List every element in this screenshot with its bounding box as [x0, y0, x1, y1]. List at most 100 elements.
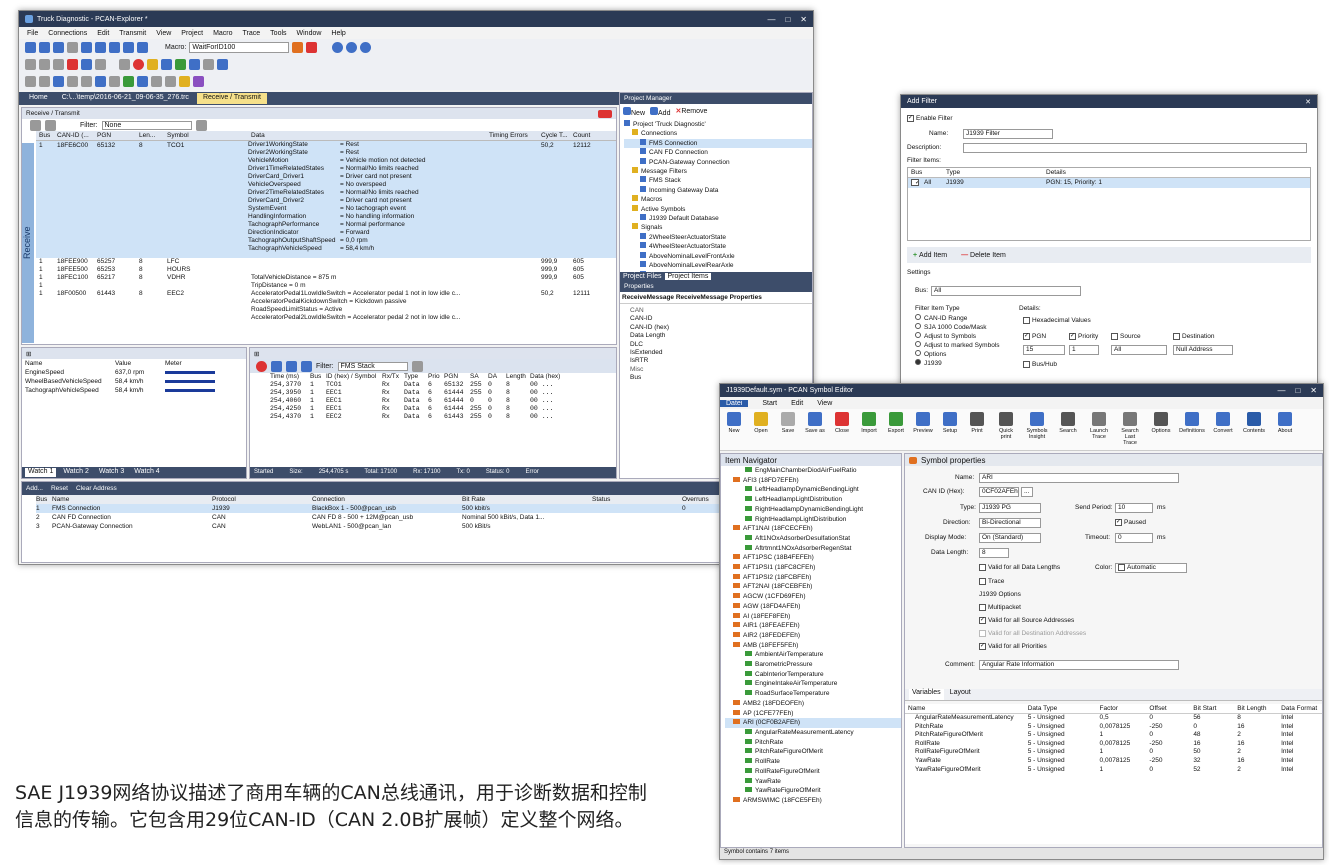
- table-row[interactable]: ✓AllJ1939PGN: 15, Priority: 1: [908, 178, 1310, 189]
- ribbon-button[interactable]: Search Last Trace: [1118, 412, 1142, 447]
- menu-connections[interactable]: Connections: [48, 30, 87, 37]
- tree-item[interactable]: FMS Stack: [624, 176, 812, 185]
- can-id-input[interactable]: 0CF02AFEh: [979, 487, 1019, 497]
- tree-item[interactable]: Project 'Truck Diagnostic': [624, 120, 812, 129]
- tab-watch-1[interactable]: Watch 1: [25, 468, 57, 477]
- tree-item[interactable]: Macros: [624, 195, 812, 204]
- ribbon-button[interactable]: New: [724, 412, 744, 447]
- filter-icon[interactable]: [411, 360, 423, 372]
- data-length-input[interactable]: 8: [979, 548, 1009, 558]
- tool-icon[interactable]: [151, 76, 162, 87]
- var-row[interactable]: YawRateFigureOfMerit 5 - Unsigned 1 0 52 2 Int…: [905, 766, 1322, 775]
- maximize-icon[interactable]: □: [785, 15, 790, 24]
- col-details[interactable]: Details: [1043, 168, 1243, 177]
- tool-icon[interactable]: [217, 59, 228, 70]
- help-icon[interactable]: [332, 42, 344, 53]
- conn-col[interactable]: Connection: [312, 495, 462, 504]
- conn-row[interactable]: 3 PCAN-Gateway Connection CAN WebLAN1 - 500…: [36, 522, 812, 531]
- tab-datei[interactable]: Datei: [720, 399, 749, 407]
- tab-trace-file[interactable]: C:\...\temp\2016-06-21_09-06-35_276.trc: [56, 93, 195, 104]
- multipacket-checkbox[interactable]: Multipacket: [979, 604, 1021, 611]
- tab-home[interactable]: Home: [23, 93, 54, 104]
- watch-row[interactable]: EngineSpeed 637,0 rpm: [22, 368, 246, 377]
- tab-project-items[interactable]: Project Items: [664, 273, 712, 280]
- tool-icon[interactable]: [193, 76, 204, 87]
- col-symbol[interactable]: Symbol: [164, 131, 248, 140]
- property-item[interactable]: CAN: [630, 307, 802, 315]
- filter-icon[interactable]: [195, 119, 207, 131]
- comment-input[interactable]: Angular Rate Information: [979, 660, 1179, 670]
- tree-item[interactable]: J1939 Default Database: [624, 214, 812, 223]
- col-bus[interactable]: Bus: [908, 168, 943, 177]
- tool-icon[interactable]: [123, 76, 134, 87]
- tree-item[interactable]: AngularRateMeasurementLatency: [725, 728, 901, 738]
- dest-bus-checkbox[interactable]: Bus/Hub: [1023, 361, 1057, 368]
- filter-select[interactable]: None: [101, 120, 192, 130]
- tree-item[interactable]: LeftHeadlampLightDistribution: [725, 495, 901, 505]
- property-item[interactable]: Misc: [630, 366, 802, 374]
- col-pgn[interactable]: PGN: [94, 131, 136, 140]
- tool-icon[interactable]: [179, 76, 190, 87]
- tree-item[interactable]: CabInteriorTemperature: [725, 670, 901, 680]
- tool-icon[interactable]: [25, 76, 36, 87]
- minimize-icon[interactable]: —: [767, 15, 775, 24]
- col-type[interactable]: Type: [943, 168, 1043, 177]
- maximize-icon[interactable]: □: [1295, 386, 1300, 395]
- tree-item[interactable]: 4WheelSteerActuatorState: [624, 242, 812, 251]
- var-row[interactable]: PitchRate 5 - Unsigned 0,0078125 -250 0 16 Int…: [905, 723, 1322, 732]
- direction-select[interactable]: Bi-Directional: [979, 518, 1041, 528]
- tree-item[interactable]: AmbientAirTemperature: [725, 650, 901, 660]
- trace-row[interactable]: 254,4060 1 EEC1 Rx Data 6 61444 0 0 8 00 ...: [270, 397, 616, 405]
- conn-col[interactable]: Bus: [36, 495, 52, 504]
- tree-item[interactable]: AMB2 (18FDEOFEh): [725, 699, 901, 709]
- tool-icon[interactable]: [39, 59, 50, 70]
- property-item[interactable]: Data Length: [630, 332, 802, 340]
- enable-filter-checkbox[interactable]: ✓ Enable Filter: [907, 115, 953, 122]
- delete-item-button[interactable]: — Delete Item: [961, 252, 1006, 259]
- table-row[interactable]: 1 18FEE900 65257 8 LFC 999,9 605: [36, 258, 616, 266]
- cut-icon[interactable]: [53, 59, 64, 70]
- conn-col[interactable]: Name: [52, 495, 212, 504]
- col-name[interactable]: Name: [22, 359, 112, 368]
- window-icon[interactable]: [123, 42, 134, 53]
- menu-project[interactable]: Project: [181, 30, 203, 37]
- tree-item[interactable]: AI (18FEF8FEh): [725, 612, 901, 622]
- close-icon[interactable]: ✕: [800, 15, 807, 24]
- col-count[interactable]: Count: [570, 131, 600, 140]
- trace-col[interactable]: PGN: [444, 373, 470, 381]
- tree-item[interactable]: PitchRateFigureOfMerit: [725, 747, 901, 757]
- table-row[interactable]: 1 18FEC100 65217 8 VDHR TotalVehicleDistance …: [36, 274, 616, 282]
- print-icon[interactable]: [67, 42, 78, 53]
- ribbon-button[interactable]: Open: [751, 412, 771, 447]
- trace-col[interactable]: ID (hex) / Symbol: [326, 373, 382, 381]
- col-len[interactable]: Len...: [136, 131, 164, 140]
- trace-row[interactable]: 254,3950 1 EEC1 Rx Data 6 61444 255 0 8 00 ...: [270, 389, 616, 397]
- tool-icon[interactable]: [203, 59, 214, 70]
- conn-col[interactable]: Protocol: [212, 495, 312, 504]
- tree-item[interactable]: Message Filters: [624, 167, 812, 176]
- remove-button[interactable]: ✕Remove: [675, 107, 707, 117]
- tool-icon[interactable]: [109, 76, 120, 87]
- var-col[interactable]: Data Type: [1025, 704, 1097, 713]
- pause-icon[interactable]: [147, 59, 158, 70]
- conn-row[interactable]: 1 FMS Connection J1939 BlackBox 1 - 500@pca…: [36, 504, 812, 513]
- trace-checkbox[interactable]: Trace: [979, 578, 1004, 585]
- tree-item[interactable]: RollRateFigureOfMerit: [725, 767, 901, 777]
- display-mode-select[interactable]: On (Standard): [979, 533, 1041, 543]
- tree-item[interactable]: AFI3 (18FD7EFEh): [725, 476, 901, 486]
- ribbon-button[interactable]: Search: [1056, 412, 1080, 447]
- property-item[interactable]: IsExtended: [630, 349, 802, 357]
- source-select[interactable]: All: [1111, 345, 1167, 355]
- trace-col[interactable]: Data (hex): [530, 373, 568, 381]
- conn-row[interactable]: 2 CAN FD Connection CAN CAN FD 8 - 500 + 12…: [36, 513, 812, 522]
- tool-icon[interactable]: [81, 59, 92, 70]
- window-icon[interactable]: [137, 42, 148, 53]
- trace-col[interactable]: Length: [506, 373, 530, 381]
- col-meter[interactable]: Meter: [162, 359, 222, 368]
- table-row[interactable]: 1 18F00500 61443 8 EEC2 AcceleratorPedal1LowI…: [36, 290, 616, 298]
- menu-window[interactable]: Window: [297, 30, 322, 37]
- ribbon-button[interactable]: Print: [967, 412, 987, 447]
- property-item[interactable]: CAN-ID: [630, 315, 802, 323]
- var-col[interactable]: Bit Start: [1190, 704, 1234, 713]
- property-item[interactable]: IsRTR: [630, 357, 802, 365]
